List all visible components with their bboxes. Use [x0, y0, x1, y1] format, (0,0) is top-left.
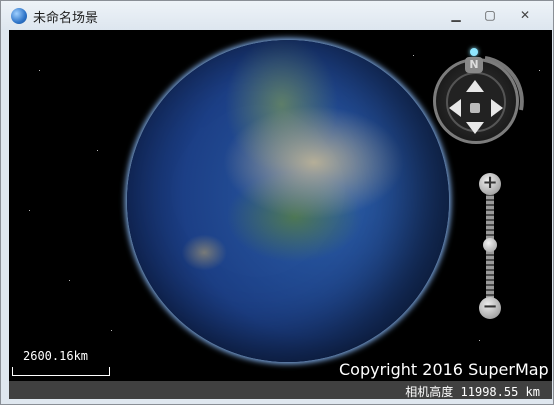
zoom-slider-thumb[interactable]: [483, 238, 497, 252]
star: [539, 70, 540, 71]
title-bar[interactable]: 未命名场景 ▁ ▢ ✕: [1, 1, 553, 30]
close-button[interactable]: ✕: [514, 7, 536, 23]
zoom-in-button[interactable]: +: [479, 173, 501, 195]
star: [111, 330, 112, 331]
tilt-knob-icon[interactable]: [470, 48, 478, 56]
scale-bar: [12, 367, 110, 376]
compass-north-icon[interactable]: N: [465, 57, 483, 73]
camera-height-readout: 相机高度 11998.55 km: [405, 385, 540, 399]
star: [479, 340, 480, 341]
star: [413, 55, 414, 56]
copyright-text: Copyright 2016 SuperMap: [339, 360, 549, 379]
navigation-control[interactable]: N: [429, 48, 531, 150]
earth-globe[interactable]: [127, 40, 449, 362]
pan-down-icon[interactable]: [466, 122, 484, 134]
3d-scene-viewport[interactable]: N + − 2600.16km Copyright 2016 SuperMap …: [9, 30, 552, 399]
maximize-button[interactable]: ▢: [479, 7, 501, 23]
star: [29, 210, 30, 211]
globe-icon: [11, 8, 27, 24]
zoom-control[interactable]: + −: [477, 173, 503, 323]
pan-left-icon[interactable]: [449, 99, 461, 117]
window-title: 未命名场景: [33, 11, 99, 26]
pan-up-icon[interactable]: [466, 80, 484, 92]
star: [97, 150, 98, 151]
star: [39, 70, 40, 71]
pan-center-icon: [470, 103, 480, 113]
minimize-button[interactable]: ▁: [445, 7, 467, 23]
status-bar: 相机高度 11998.55 km: [9, 381, 552, 399]
scale-label: 2600.16km: [23, 349, 89, 363]
scene-window: 未命名场景 ▁ ▢ ✕ N + − 2600.16km Copyright 20…: [0, 0, 554, 405]
pan-right-icon[interactable]: [491, 99, 503, 117]
zoom-out-button[interactable]: −: [479, 297, 501, 319]
star: [69, 280, 70, 281]
